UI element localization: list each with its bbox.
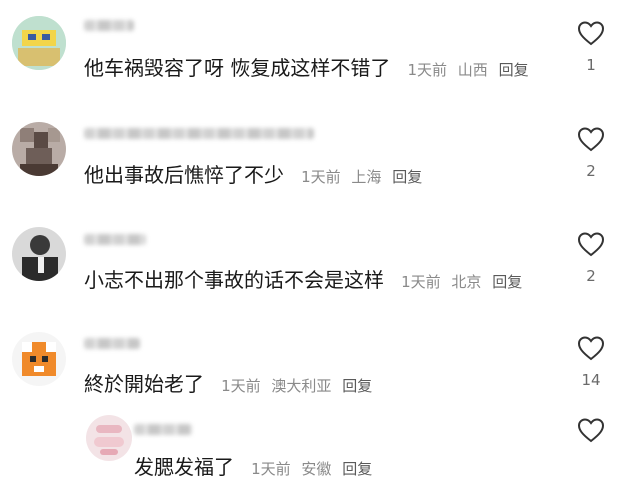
- like-button[interactable]: [576, 417, 606, 453]
- comment-text: 終於開始老了: [84, 372, 204, 396]
- comment-location: 北京: [451, 273, 482, 291]
- like-button[interactable]: 2: [576, 126, 606, 180]
- username[interactable]: [134, 424, 192, 435]
- avatar[interactable]: [12, 227, 66, 281]
- like-button[interactable]: 1: [576, 20, 606, 74]
- like-count: 1: [586, 56, 596, 74]
- comment-location: 澳大利亚: [271, 377, 332, 395]
- avatar[interactable]: [12, 16, 66, 70]
- avatar[interactable]: [86, 415, 132, 461]
- reply-button[interactable]: 回复: [342, 460, 372, 478]
- username[interactable]: [84, 338, 140, 349]
- username[interactable]: [84, 234, 146, 245]
- comment-time: 1天前: [221, 377, 261, 395]
- comment-location: 上海: [351, 168, 382, 186]
- comment-text: 他出事故后憔悴了不少: [84, 163, 284, 187]
- comment-location: 山西: [457, 61, 488, 79]
- avatar[interactable]: [12, 122, 66, 176]
- like-button[interactable]: 2: [576, 231, 606, 285]
- like-count: 2: [586, 267, 596, 285]
- heart-outline-icon: [577, 21, 605, 46]
- like-count: 2: [586, 162, 596, 180]
- heart-outline-icon: [577, 336, 605, 361]
- heart-outline-icon: [577, 127, 605, 152]
- reply-button[interactable]: 回复: [499, 61, 529, 79]
- avatar[interactable]: [12, 332, 66, 386]
- like-count: 14: [581, 371, 601, 389]
- username[interactable]: [84, 128, 314, 139]
- like-button[interactable]: 14: [576, 335, 606, 389]
- comment-location: 安徽: [301, 460, 332, 478]
- heart-outline-icon: [577, 232, 605, 257]
- comment-text: 小志不出那个事故的话不会是这样: [84, 268, 384, 292]
- username[interactable]: [84, 20, 134, 31]
- heart-outline-icon: [577, 418, 605, 443]
- comment-time: 1天前: [407, 61, 447, 79]
- comment-text: 他车祸毁容了呀 恢复成这样不错了: [84, 56, 391, 80]
- comment-time: 1天前: [301, 168, 341, 186]
- comment-time: 1天前: [251, 460, 291, 478]
- comment-time: 1天前: [401, 273, 441, 291]
- reply-button[interactable]: 回复: [392, 168, 422, 186]
- reply-button[interactable]: 回复: [492, 273, 522, 291]
- comment-text: 发腮发福了: [134, 455, 234, 479]
- reply-button[interactable]: 回复: [342, 377, 372, 395]
